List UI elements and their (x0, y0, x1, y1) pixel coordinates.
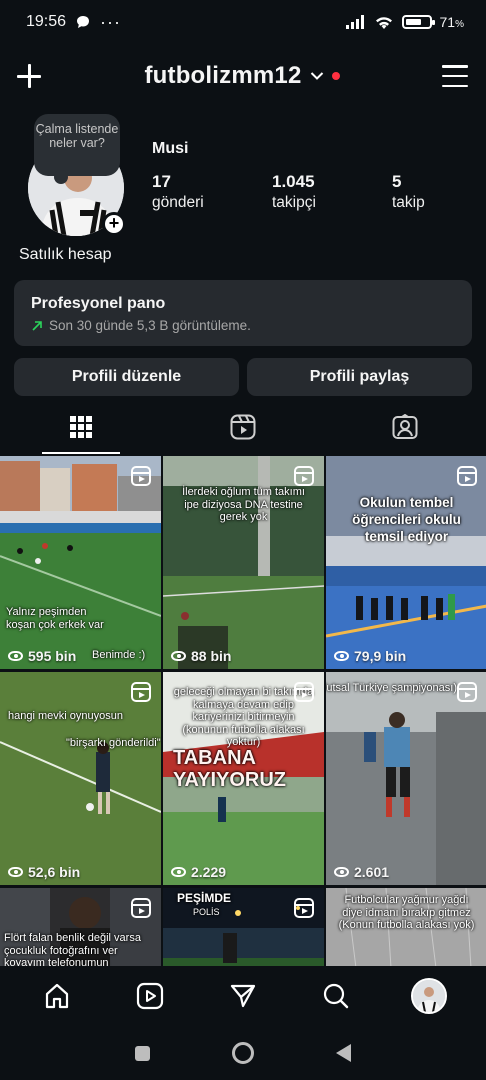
bottom-navigation (0, 966, 486, 1026)
eye-icon (334, 867, 349, 877)
reel-icon (131, 898, 151, 918)
tab-reels[interactable] (162, 400, 324, 454)
post-caption: Okulun tembel öğrencileri okulu temsil e… (352, 495, 461, 544)
nav-home[interactable] (37, 976, 77, 1016)
stat-following[interactable]: 5 takip (392, 172, 472, 214)
profile-actions: Profili düzenle Profili paylaş (14, 358, 472, 396)
reel-thumbnail[interactable]: hangi mevki oynuyosun "birşarkı gönderil… (0, 672, 161, 885)
reel-icon (457, 682, 477, 702)
reel-icon (294, 898, 314, 918)
post-banner-text: TABANA YAYIYORUZ (173, 747, 287, 791)
dashboard-title: Profesyonel pano (31, 295, 166, 312)
dashboard-subtitle: Son 30 günde 5,3 B görüntüleme. (49, 318, 251, 333)
post-caption: İlerdeki oğlum tüm takımı ipe diziyosa D… (182, 486, 305, 523)
display-name: Musi (152, 140, 189, 157)
reel-icon (457, 466, 477, 486)
view-count: 2.601 (334, 864, 389, 880)
nav-search[interactable] (316, 976, 356, 1016)
home-button[interactable] (232, 1042, 254, 1064)
post-caption: hangi mevki oynuyosun (8, 710, 123, 722)
stat-posts[interactable]: 17 gönderi (152, 172, 272, 214)
eye-icon (8, 651, 23, 661)
profile-header: futbolizmm12 (0, 52, 486, 100)
battery-icon (401, 15, 435, 29)
chevron-down-icon (310, 72, 323, 80)
status-time: 19:56 (26, 13, 67, 30)
view-count: 88 bin (171, 648, 231, 664)
reel-thumbnail[interactable]: PEŞİMDE POLİS (163, 888, 324, 966)
username: futbolizmm12 (144, 62, 302, 89)
view-count: 595 bin (8, 648, 76, 664)
view-count: 52,6 bin (8, 864, 80, 880)
menu-button[interactable] (441, 65, 468, 87)
thumbnail-image (326, 456, 486, 669)
posts-grid: Yalnız peşimden koşan çok erkek var Beni… (0, 456, 486, 966)
view-count: 2.229 (171, 864, 226, 880)
view-count: 79,9 bin (334, 648, 406, 664)
post-caption: Yalnız peşimden koşan çok erkek var (6, 606, 104, 631)
reel-icon (131, 466, 151, 486)
post-caption: Futbolcular yağmur yağdı diye idmanı bır… (338, 894, 475, 931)
reel-icon (294, 466, 314, 486)
reel-thumbnail[interactable]: İlerdeki oğlum tüm takımı ipe diziyosa D… (163, 456, 324, 669)
post-caption-secondary: POLİS (193, 907, 220, 917)
add-story-button[interactable]: + (102, 212, 126, 236)
account-switcher[interactable]: futbolizmm12 (144, 62, 340, 90)
reel-thumbnail[interactable]: Flört falan benlik değil varsa çocukluk … (0, 888, 161, 966)
eye-icon (171, 651, 186, 661)
reel-thumbnail[interactable]: (Futsal Türkiye şampiyonası) 2.601 (326, 672, 486, 885)
edit-profile-button[interactable]: Profili düzenle (14, 358, 239, 396)
home-icon (45, 983, 68, 1009)
bio-text: Satılık hesap (19, 246, 112, 263)
signal-icon (345, 15, 364, 29)
reel-icon (294, 682, 314, 702)
recents-button[interactable] (135, 1045, 150, 1061)
reels-icon (136, 982, 163, 1010)
eye-icon (171, 867, 186, 877)
eye-icon (8, 867, 23, 877)
tab-tagged[interactable] (324, 400, 486, 454)
status-bar: 19:56 ··· 71% (0, 0, 486, 44)
nav-messages[interactable] (223, 976, 263, 1016)
post-caption: PEŞİMDE (177, 891, 232, 905)
send-icon (230, 984, 256, 1008)
battery-percent: 71% (439, 14, 464, 30)
thumbnail-image (0, 672, 161, 885)
reel-icon (131, 682, 151, 702)
wifi-icon (375, 16, 392, 29)
grid-icon (70, 416, 92, 438)
thumbnail-image (326, 672, 486, 885)
thumbnail-image (0, 456, 161, 669)
tab-posts-grid[interactable] (0, 400, 162, 454)
content-tabs (0, 400, 486, 454)
system-navigation-bar (0, 1026, 486, 1080)
post-caption-secondary: Benimde :) (92, 649, 146, 661)
profile-stats: 17 gönderi 1.045 takipçi 5 takip (152, 172, 472, 214)
reel-thumbnail[interactable]: geleceği olmayan bi takımda kalmaya deva… (163, 672, 324, 885)
notification-dot (331, 72, 340, 80)
reel-thumbnail[interactable]: Okulun tembel öğrencileri okulu temsil e… (326, 456, 486, 669)
more-notifications-icon: ··· (100, 11, 122, 32)
eye-icon (334, 651, 349, 661)
profile-avatar-icon (411, 978, 448, 1014)
tagged-icon (392, 414, 418, 439)
back-button[interactable] (336, 1044, 351, 1062)
nav-profile[interactable] (409, 976, 449, 1016)
reel-thumbnail[interactable]: Yalnız peşimden koşan çok erkek var Beni… (0, 456, 161, 669)
trend-up-icon (32, 320, 42, 331)
reel-thumbnail[interactable]: Futbolcular yağmur yağdı diye idmanı bır… (326, 888, 486, 966)
professional-dashboard[interactable]: Profesyonel pano Son 30 günde 5,3 B görü… (14, 280, 472, 346)
search-icon (324, 983, 349, 1009)
share-profile-button[interactable]: Profili paylaş (247, 358, 472, 396)
create-button[interactable] (16, 63, 42, 89)
stat-followers[interactable]: 1.045 takipçi (272, 172, 392, 214)
chat-notification-icon (77, 16, 90, 28)
post-caption: Flört falan benlik değil varsa çocukluk … (4, 932, 141, 966)
nav-reels[interactable] (130, 976, 170, 1016)
reels-icon (230, 414, 256, 440)
post-caption-secondary: "birşarkı gönderildi" (66, 737, 161, 749)
note-bubble[interactable]: Çalma listende neler var? (34, 114, 120, 184)
